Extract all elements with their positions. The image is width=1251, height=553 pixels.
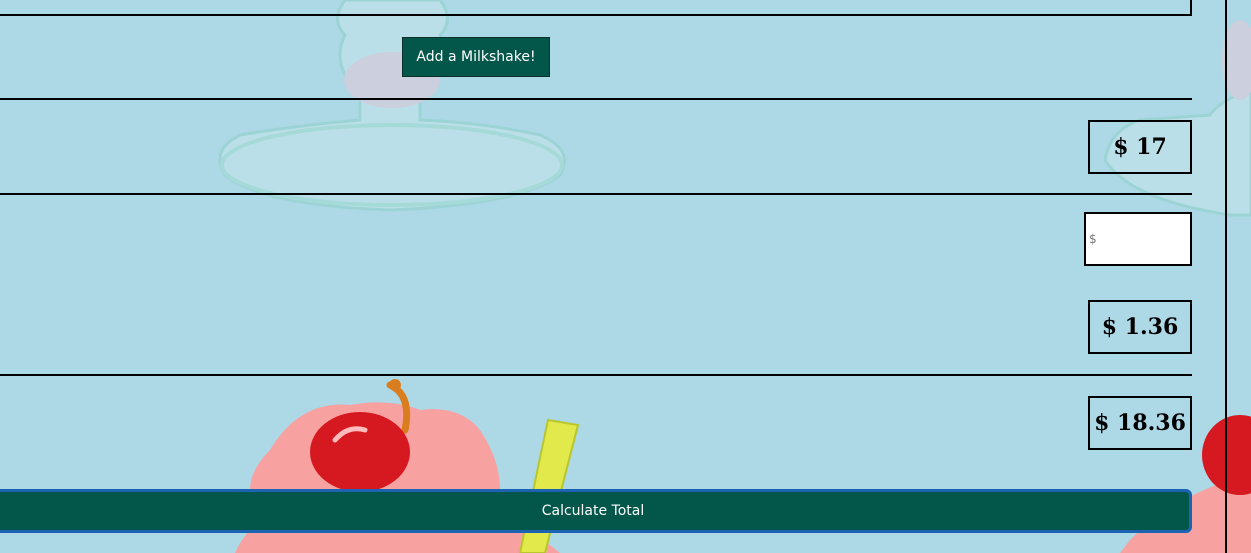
milkshake-glass-illustration: [218, 0, 1251, 217]
calculate-total-button[interactable]: Calculate Total: [0, 489, 1192, 533]
total-value: $ 18.36: [1088, 396, 1192, 450]
milkshake-list-box: [0, 0, 1192, 16]
tax-value: $ 1.36: [1088, 300, 1192, 354]
add-milkshake-button[interactable]: Add a Milkshake!: [402, 37, 550, 77]
milkshake-cherry-illustration: [235, 379, 1251, 553]
divider: [0, 98, 1192, 100]
column-divider: [1225, 0, 1227, 553]
tip-input[interactable]: [1084, 212, 1192, 266]
divider: [0, 374, 1192, 376]
subtotal-value: $ 17: [1088, 120, 1192, 174]
divider: [0, 193, 1192, 195]
